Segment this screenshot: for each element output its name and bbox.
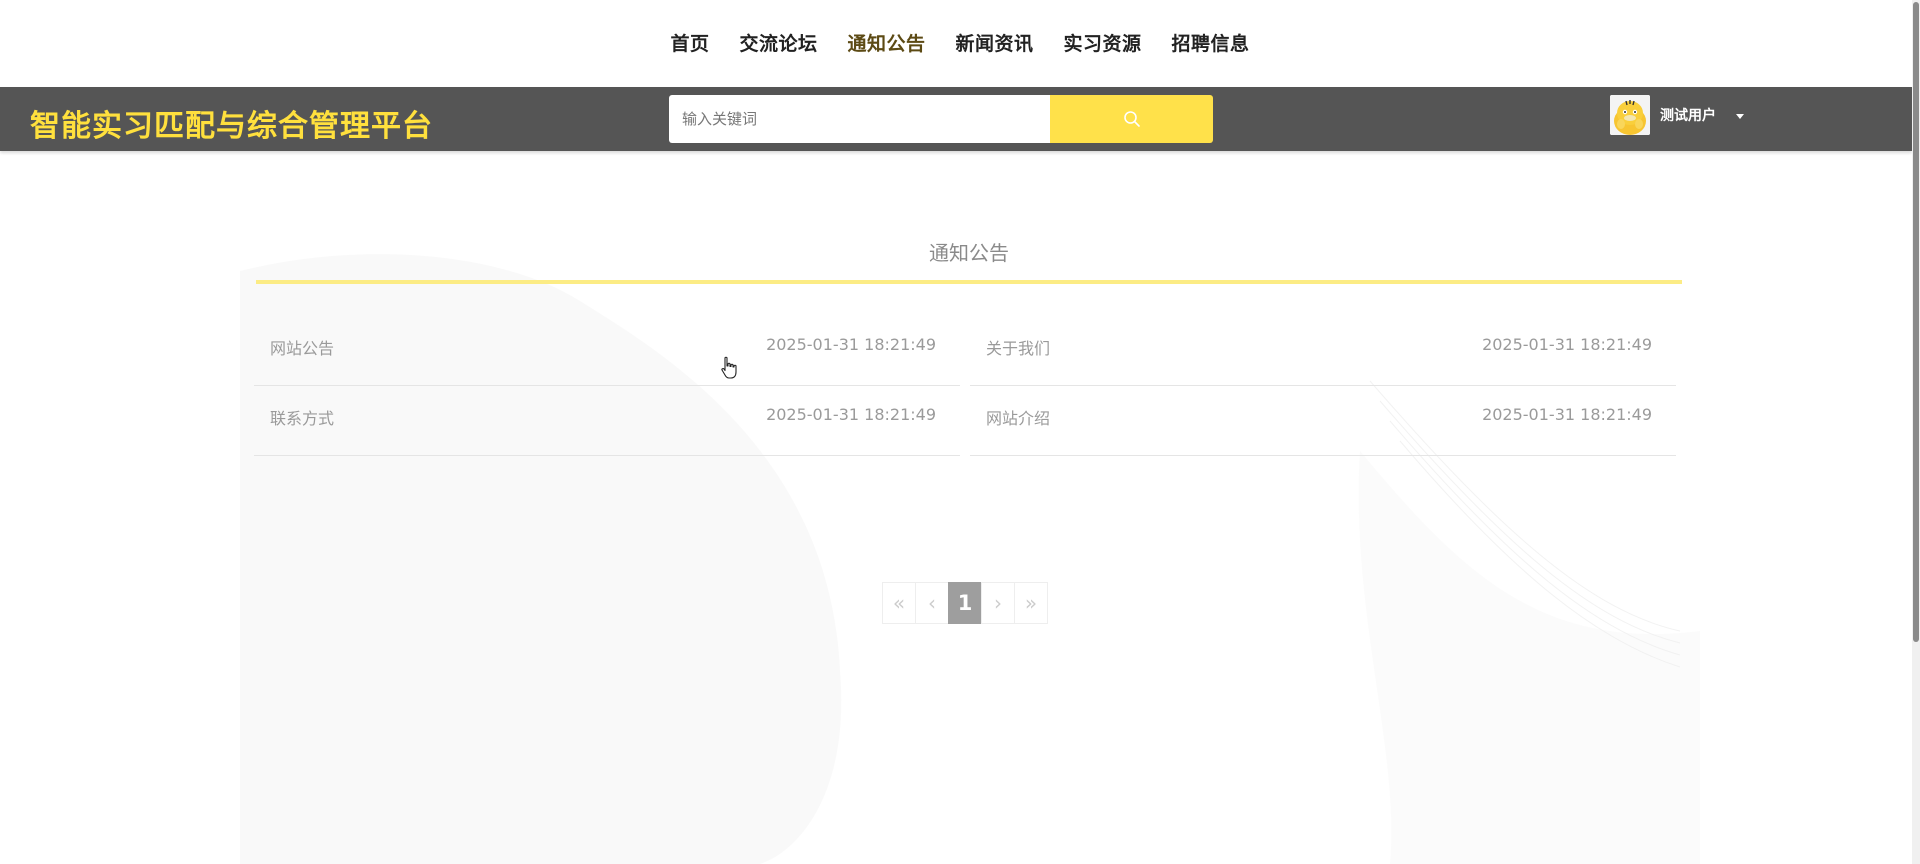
- vertical-scrollbar[interactable]: [1912, 0, 1920, 864]
- notice-time: 2025-01-31 18:21:49: [1482, 335, 1652, 354]
- username: 测试用户: [1660, 108, 1716, 124]
- nav-link-news[interactable]: 新闻资讯: [956, 29, 1034, 56]
- nav-link-home[interactable]: 首页: [670, 29, 709, 56]
- hand-cursor-icon: [721, 356, 737, 379]
- notice-time: 2025-01-31 18:21:49: [766, 335, 936, 354]
- nav-link-forum[interactable]: 交流论坛: [739, 29, 817, 56]
- site-title: 智能实习匹配与综合管理平台: [30, 109, 433, 144]
- search-button[interactable]: [1050, 95, 1213, 143]
- notice-time: 2025-01-31 18:21:49: [1482, 405, 1652, 424]
- caret-down-icon: [1736, 113, 1744, 119]
- search-bar: [669, 95, 1213, 143]
- notice-item[interactable]: 网站介绍 2025-01-31 18:21:49: [970, 386, 1676, 456]
- title-divider: [256, 280, 1682, 284]
- notice-title: 关于我们: [986, 339, 1051, 358]
- notice-title: 网站公告: [270, 339, 335, 358]
- first-page-button[interactable]: «: [882, 582, 916, 624]
- notice-item[interactable]: 网站公告 2025-01-31 18:21:49: [254, 316, 960, 386]
- header-bar: 智能实习匹配与综合管理平台 测试用户: [0, 87, 1912, 151]
- nav-link-recruitment[interactable]: 招聘信息: [1172, 29, 1250, 56]
- avatar: [1610, 95, 1650, 135]
- next-page-button[interactable]: ›: [981, 582, 1015, 624]
- search-input[interactable]: [669, 95, 1050, 143]
- section-title: 通知公告: [929, 241, 1009, 265]
- notice-item[interactable]: 联系方式 2025-01-31 18:21:49: [254, 386, 960, 456]
- nav-link-internship-resources[interactable]: 实习资源: [1064, 29, 1142, 56]
- notice-title: 网站介绍: [986, 409, 1051, 428]
- notice-title: 联系方式: [270, 409, 335, 428]
- current-page-button[interactable]: 1: [948, 582, 982, 624]
- search-icon: [1123, 111, 1140, 127]
- pagination: « ‹ 1 › »: [882, 582, 1048, 624]
- user-menu[interactable]: 测试用户: [1610, 94, 1744, 136]
- duck-avatar-icon: [1610, 95, 1650, 135]
- prev-page-button[interactable]: ‹: [915, 582, 949, 624]
- top-nav: 首页 交流论坛 通知公告 新闻资讯 实习资源 招聘信息: [0, 0, 1920, 87]
- last-page-button[interactable]: »: [1014, 582, 1048, 624]
- nav-link-notices[interactable]: 通知公告: [847, 29, 925, 56]
- scrollbar-thumb[interactable]: [1913, 2, 1919, 642]
- notice-item[interactable]: 关于我们 2025-01-31 18:21:49: [970, 316, 1676, 386]
- notice-time: 2025-01-31 18:21:49: [766, 405, 936, 424]
